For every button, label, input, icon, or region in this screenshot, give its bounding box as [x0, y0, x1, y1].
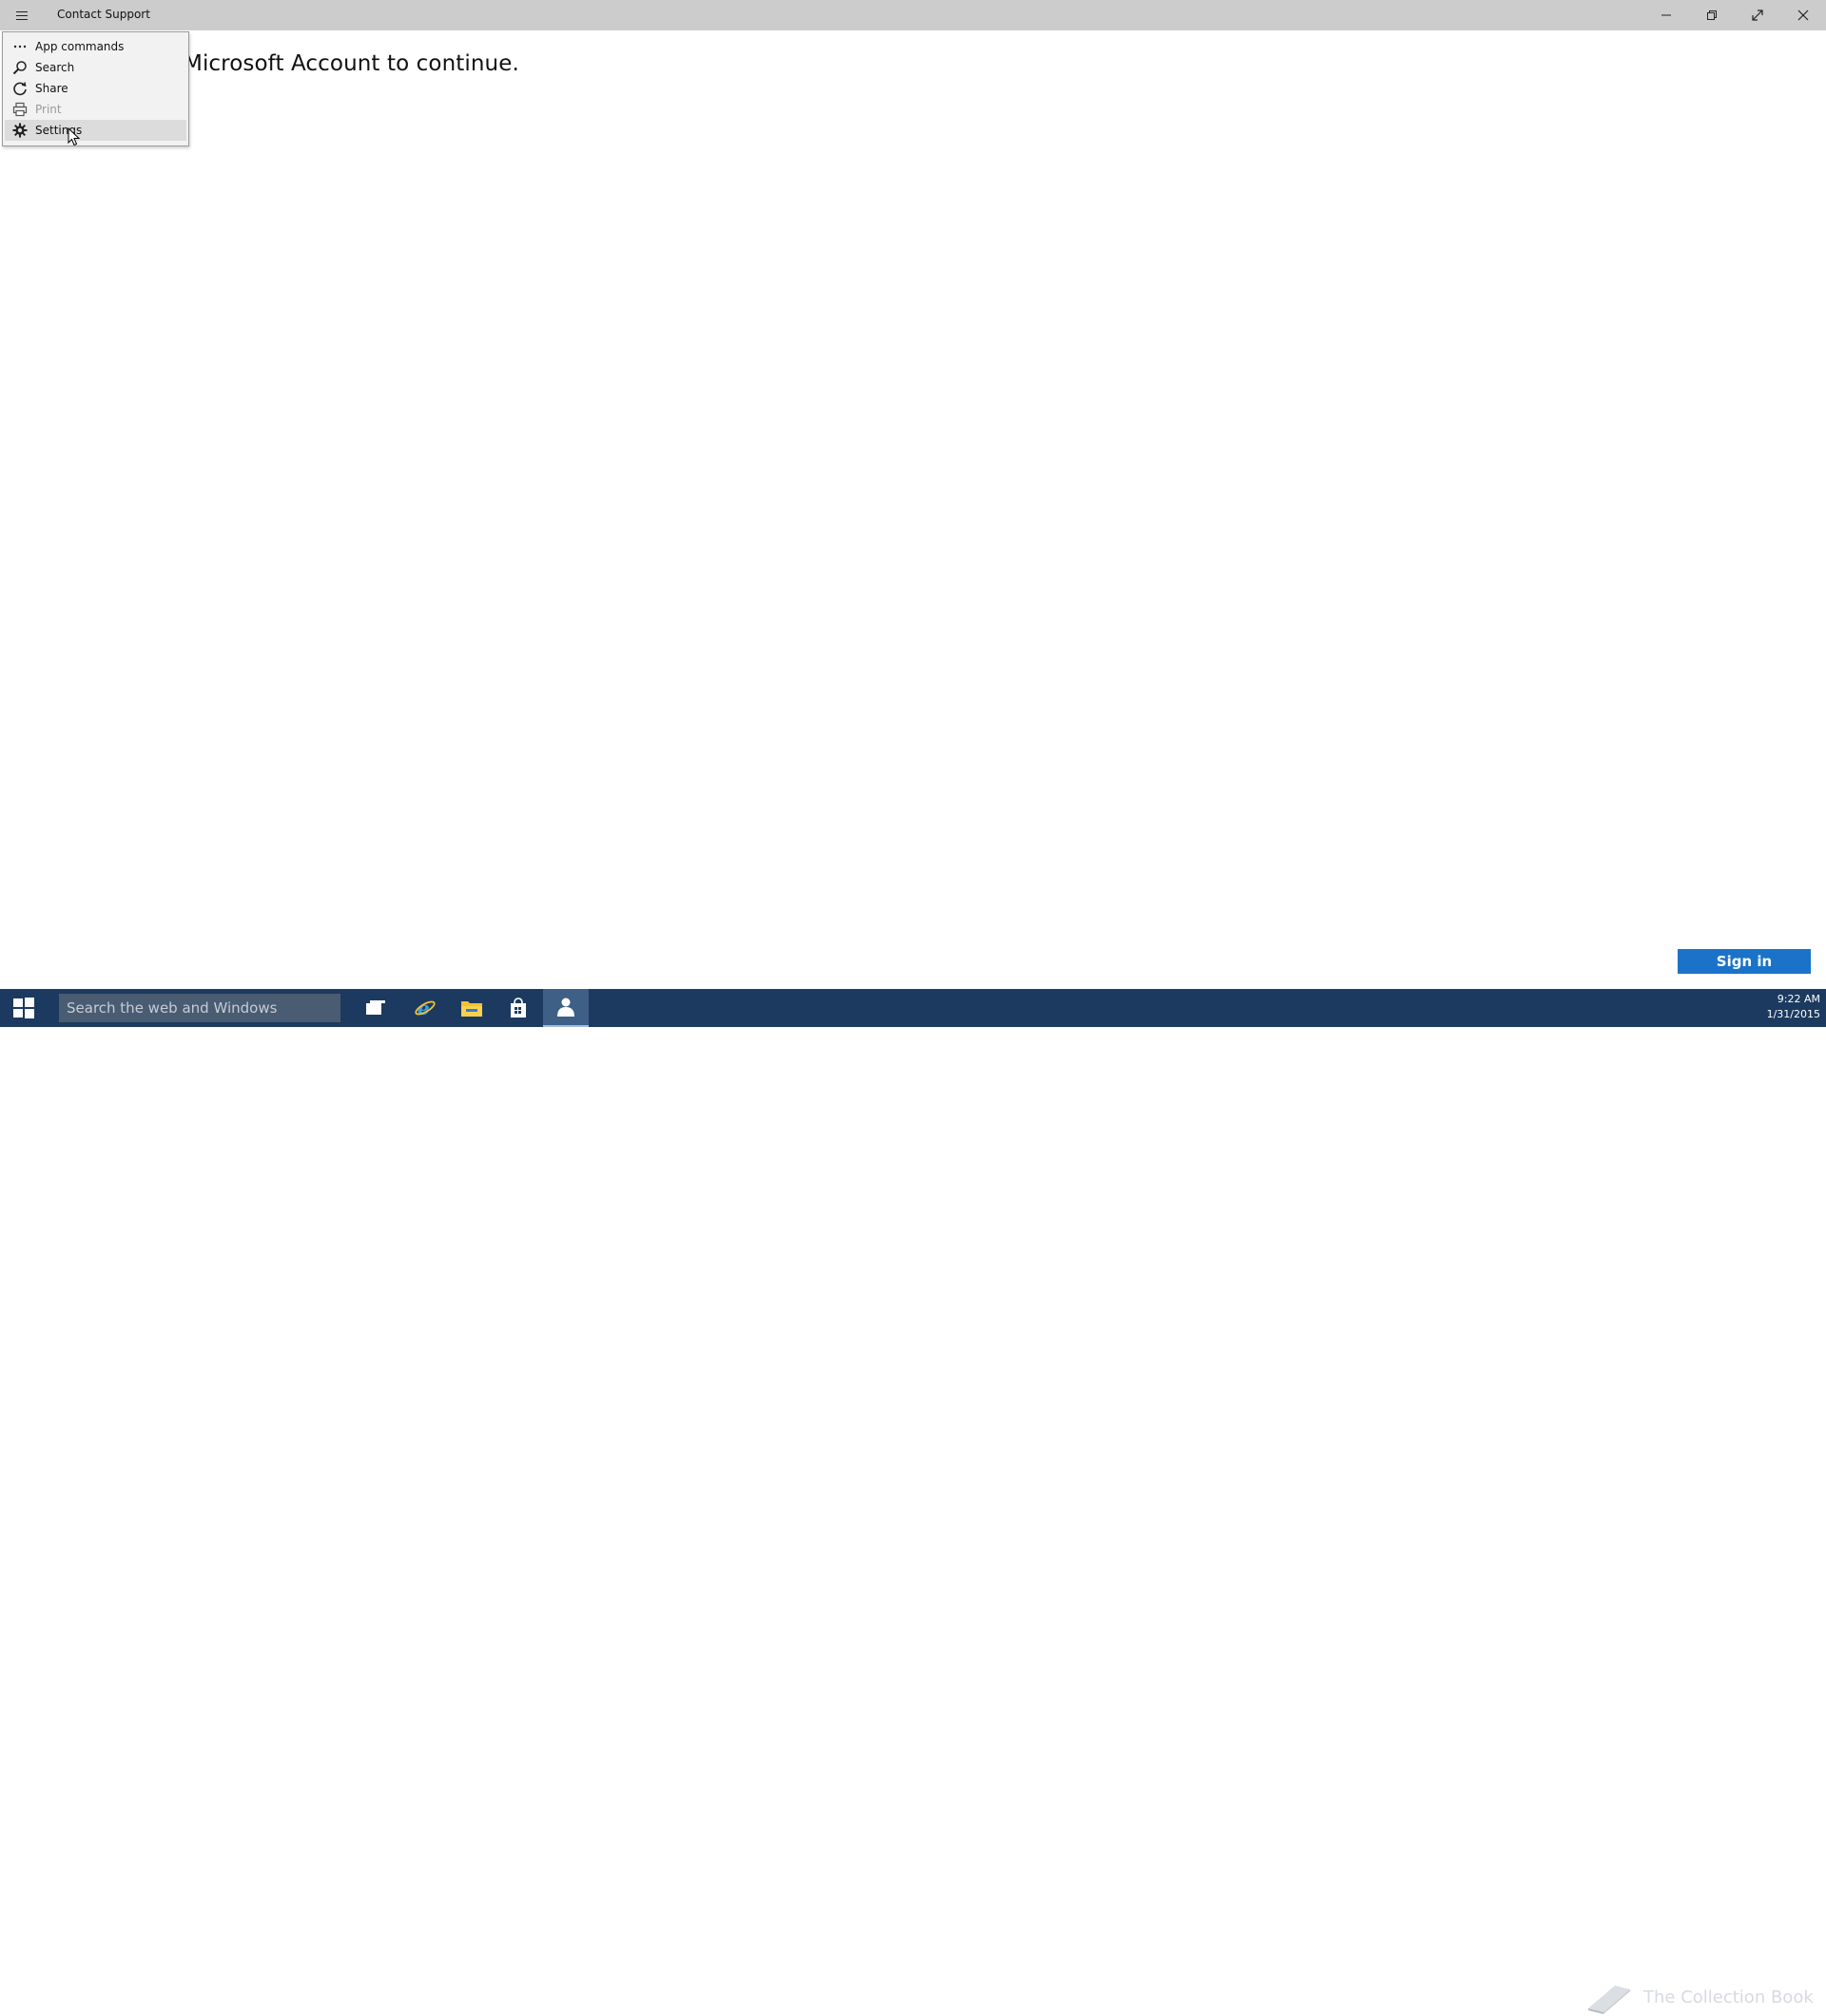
minimize-icon: [1661, 14, 1671, 16]
taskbar-search-box[interactable]: Search the web and Windows: [59, 994, 340, 1022]
menu-item-search[interactable]: Search: [5, 57, 186, 78]
clock-date: 1/31/2015: [1766, 1008, 1820, 1020]
app-title: Contact Support: [57, 8, 150, 21]
menu-item-label: App commands: [35, 40, 125, 53]
app-commands-menu: App commands Search Share Print Settings: [2, 31, 189, 146]
menu-item-share[interactable]: Share: [5, 78, 186, 99]
hamburger-menu-icon[interactable]: [11, 8, 32, 23]
gear-icon: [5, 120, 35, 141]
menu-item-app-commands[interactable]: App commands: [5, 36, 186, 57]
print-icon: [5, 99, 35, 120]
close-icon: [1797, 10, 1809, 21]
watermark-text: The Collection Book: [1643, 1987, 1814, 2007]
share-icon: [5, 78, 35, 99]
menu-item-label: Share: [35, 82, 68, 95]
restore-icon: [1707, 10, 1717, 20]
store-button[interactable]: [495, 989, 541, 1027]
search-icon: [5, 57, 35, 78]
expand-diagonal-icon: [1752, 10, 1763, 21]
internet-explorer-icon: e: [415, 997, 436, 1019]
menu-item-settings[interactable]: Settings: [5, 120, 186, 141]
start-button[interactable]: [0, 989, 48, 1027]
more-icon: [5, 36, 35, 57]
watermark: The Collection Book: [1586, 1978, 1814, 2016]
internet-explorer-button[interactable]: e: [402, 989, 448, 1027]
task-view-icon: [366, 1000, 385, 1015]
close-button[interactable]: [1780, 0, 1826, 30]
title-bar: Contact Support: [0, 0, 1826, 30]
minimize-button[interactable]: [1643, 0, 1689, 30]
file-explorer-icon: [461, 1001, 482, 1017]
clock-time: 9:22 AM: [1777, 993, 1820, 1005]
taskbar-clock[interactable]: 9:22 AM 1/31/2015: [1750, 992, 1820, 1022]
contact-support-icon: [557, 998, 574, 1017]
menu-item-label: Search: [35, 61, 75, 74]
fullscreen-button[interactable]: [1735, 0, 1780, 30]
task-view-button[interactable]: [353, 989, 398, 1027]
windows-logo-icon: [13, 998, 34, 1018]
menu-item-label: Print: [35, 103, 62, 116]
file-explorer-button[interactable]: [449, 989, 495, 1027]
restore-button[interactable]: [1689, 0, 1735, 30]
sign-in-button[interactable]: Sign in: [1678, 949, 1811, 974]
store-icon: [511, 998, 526, 1018]
sign-in-message: Microsoft Account to continue.: [184, 51, 519, 76]
taskbar: Search the web and Windows e The Collect…: [0, 989, 1826, 2014]
menu-item-print[interactable]: Print: [5, 99, 186, 120]
contact-support-button[interactable]: [543, 989, 589, 1027]
mouse-pointer-icon: [68, 127, 81, 146]
book-logo-icon: [1588, 1986, 1630, 2014]
